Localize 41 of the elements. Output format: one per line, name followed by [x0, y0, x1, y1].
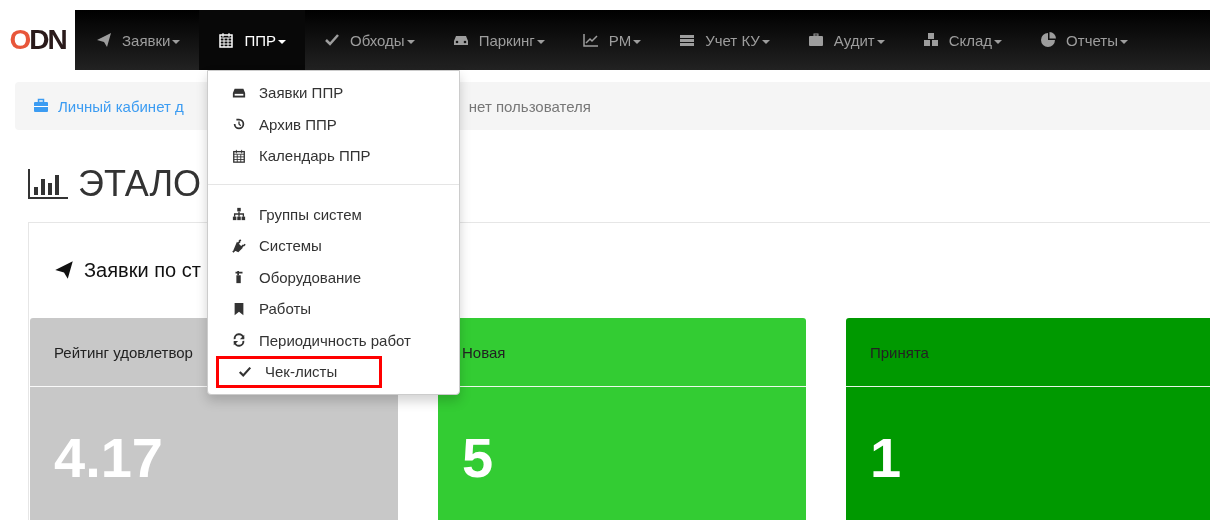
dropdown-item[interactable]: Архив ППР — [216, 108, 345, 140]
logo: ODN — [8, 23, 67, 57]
dropdown-item[interactable]: Системы — [216, 230, 330, 262]
bar-chart-icon — [28, 169, 68, 199]
paper-plane-icon — [54, 260, 74, 280]
nav-menu-item[interactable]: Паркинг — [433, 10, 564, 70]
nav-menu-item[interactable]: РМ — [563, 10, 661, 70]
nav-item-icon — [218, 32, 235, 48]
nav-menu-item[interactable]: Склад — [903, 10, 1022, 70]
nav-menu-item[interactable]: Обходы — [305, 10, 434, 70]
briefcase-icon — [33, 98, 49, 114]
nav-item-icon — [807, 32, 824, 48]
tile-value: 5 — [461, 425, 495, 490]
nav-item-icon — [1040, 32, 1057, 48]
nav-menu-item[interactable]: Аудит — [788, 10, 904, 70]
breadcrumb-current: нет пользователя — [468, 97, 591, 115]
nav-menu-item[interactable]: Заявки — [77, 10, 200, 70]
nav-item-icon — [582, 32, 599, 48]
nav-menu-item[interactable]: ППР — [199, 10, 305, 70]
nav-item-icon — [96, 32, 112, 48]
menu-item-icon — [238, 364, 252, 379]
nav-menu-item[interactable]: Отчеты — [1021, 10, 1147, 70]
tile-value: 1 — [869, 425, 903, 490]
page-title: ЭТАЛО — [78, 163, 202, 205]
tile-title: Принята — [846, 318, 1210, 387]
nav-item-icon — [922, 32, 939, 48]
dropdown-item[interactable]: Календарь ППР — [216, 140, 379, 172]
panel-title: Заявки по ст — [84, 258, 201, 282]
menu-item-icon — [232, 117, 246, 132]
nav-item-icon — [324, 32, 340, 48]
dropdown-item[interactable]: Заявки ППР — [216, 77, 352, 109]
dropdown-item[interactable]: Чек-листы — [216, 356, 382, 388]
menu-item-icon — [232, 333, 246, 348]
menu-item-icon — [232, 301, 246, 316]
menu-item-icon — [232, 148, 246, 163]
menu-item-icon — [232, 207, 246, 222]
dropdown-item[interactable]: Группы систем — [216, 198, 370, 230]
nav-item-icon — [679, 32, 696, 48]
menu-item-icon — [232, 238, 246, 253]
nav-menu-item[interactable]: Учет КУ — [660, 10, 789, 70]
dropdown-item[interactable]: Оборудование — [216, 261, 370, 293]
